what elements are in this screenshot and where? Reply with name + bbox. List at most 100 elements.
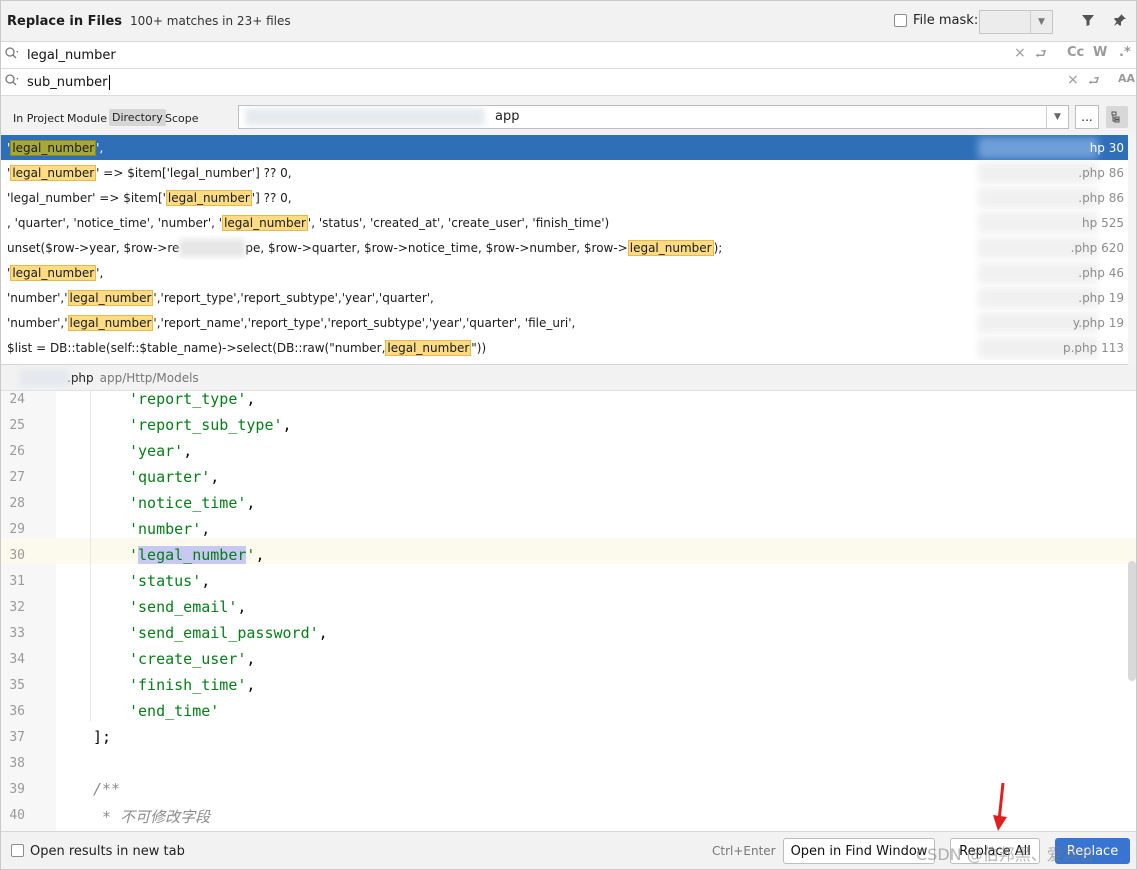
line-number: 34 <box>9 652 25 667</box>
match-highlight: legal_number <box>67 314 154 331</box>
result-row[interactable]: $list = DB::table(self::$table_name)->se… <box>1 335 1128 360</box>
line-number: 38 <box>9 756 25 771</box>
match-highlight: legal_number <box>385 339 472 356</box>
result-text: pe, $row->quarter, $row->notice_time, $r… <box>245 240 628 255</box>
code-line: 'end_time' <box>129 702 220 720</box>
result-file: .php 620 <box>1070 240 1124 255</box>
result-suffix: ', <box>96 265 104 280</box>
result-row[interactable]: 'number',' legal_number ','report_name','r… <box>1 310 1128 335</box>
file-mask-combo[interactable]: ▼ <box>979 10 1053 34</box>
preview-file-path: app/Http/Models <box>99 370 199 385</box>
replace-value: sub_number <box>27 74 108 90</box>
line-number: 26 <box>9 444 25 459</box>
match-highlight: legal_number <box>222 214 308 231</box>
result-suffix: ); <box>713 240 723 255</box>
tab-module[interactable]: Module <box>67 112 107 125</box>
file-mask-checkbox[interactable] <box>894 14 907 27</box>
line-number: 33 <box>9 626 25 641</box>
match-highlight: legal_number <box>627 239 714 256</box>
group-by-directory-icon[interactable] <box>1106 106 1128 128</box>
result-row[interactable]: 'legal_number' => $item['legal_number'] … <box>1 185 1128 210</box>
text-caret <box>108 74 110 90</box>
result-row[interactable]: unset($row->year, $row->re pe, $row->quar… <box>1 235 1128 260</box>
result-file: .php 86 <box>1078 190 1124 205</box>
chevron-down-icon[interactable]: ▼ <box>1046 106 1068 128</box>
find-field[interactable]: legal_number × ⮐ Cc W .* <box>1 42 1136 69</box>
line-number: 36 <box>9 704 25 719</box>
result-row[interactable]: ' legal_number ', hp 30 <box>1 135 1128 160</box>
newline-icon[interactable]: ⮐ <box>1035 45 1047 67</box>
tab-in-project[interactable]: In Project <box>13 112 64 125</box>
line-number: 24 <box>9 392 25 407</box>
code-preview[interactable]: 24 'report_type', 25 'report_sub_type', 26 'y… <box>1 391 1136 831</box>
code-line: 'number', <box>129 520 211 538</box>
clear-icon[interactable]: × <box>1014 45 1026 61</box>
code-line: 'quarter', <box>129 468 220 486</box>
filter-icon[interactable] <box>1081 13 1095 31</box>
line-number: 32 <box>9 600 25 615</box>
directory-value: app <box>495 109 520 124</box>
browse-button[interactable]: ... <box>1075 105 1099 129</box>
result-file: hp 30 <box>1089 140 1124 155</box>
regex-toggle[interactable]: .* <box>1119 45 1131 60</box>
result-suffix: ' => $item['legal_number'] ?? 0, <box>96 165 292 180</box>
line-number: 39 <box>9 782 25 797</box>
result-row[interactable]: 'legal_number' => $item['legal_number'] … <box>1 160 1128 185</box>
match-highlight: legal_number <box>138 546 247 564</box>
open-new-tab-checkbox[interactable] <box>11 844 24 857</box>
replace-input[interactable]: sub_number <box>27 74 110 90</box>
result-prefix: 'legal_number' => $item[' <box>7 190 166 205</box>
redacted-filename <box>19 369 69 387</box>
line-number: 35 <box>9 678 25 693</box>
tab-scope[interactable]: Scope <box>165 112 199 125</box>
result-row[interactable]: ' legal_number ', .php 46 <box>1 260 1128 285</box>
result-suffix: '] ?? 0, <box>251 190 292 205</box>
code-line: 'year', <box>129 442 193 460</box>
open-in-find-window-button[interactable]: Open in Find Window <box>783 838 935 864</box>
editor-scrollbar[interactable] <box>1128 561 1136 681</box>
result-prefix: unset($row->year, $row->re <box>7 240 180 255</box>
tab-directory[interactable]: Directory <box>109 109 166 126</box>
line-number: 37 <box>9 730 25 745</box>
match-highlight: legal_number <box>10 264 97 281</box>
open-new-tab-label: Open results in new tab <box>30 844 185 859</box>
clear-icon[interactable]: × <box>1067 72 1079 88</box>
search-icon[interactable] <box>1 74 23 90</box>
search-icon[interactable] <box>1 47 23 63</box>
file-mask-toggle[interactable]: File mask: <box>894 13 978 28</box>
results-list: ' legal_number ', hp 30 ' legal_number ' => $i… <box>1 135 1136 365</box>
result-row[interactable]: , 'quarter', 'notice_time', 'number', ' l… <box>1 210 1128 235</box>
newline-icon[interactable]: ⮐ <box>1088 72 1100 94</box>
file-mask-label: File mask: <box>913 13 979 28</box>
chevron-down-icon[interactable]: ▼ <box>1030 11 1052 33</box>
find-input[interactable]: legal_number <box>27 48 116 63</box>
result-suffix: ")) <box>471 340 487 355</box>
line-number: 28 <box>9 496 25 511</box>
match-highlight: legal_number <box>67 289 154 306</box>
code-line: 'send_email', <box>129 598 247 616</box>
result-row[interactable]: 'number',' legal_number ','report_type','r… <box>1 285 1128 310</box>
line-number: 29 <box>9 522 25 537</box>
result-file: y.php 19 <box>1072 315 1124 330</box>
redacted-filename <box>978 211 1098 234</box>
match-highlight: legal_number <box>165 189 252 206</box>
match-case-toggle[interactable]: Cc <box>1067 45 1084 60</box>
result-suffix: ','report_type','report_subtype','year',… <box>153 290 434 305</box>
result-prefix: 'number',' <box>7 315 68 330</box>
indent-guide <box>90 391 91 721</box>
directory-combo[interactable]: app ▼ <box>238 105 1069 129</box>
results-scrollbar[interactable] <box>1128 135 1136 365</box>
code-line: /** <box>93 780 121 798</box>
replace-field[interactable]: sub_number × ⮐ AA <box>1 69 1136 96</box>
result-suffix: ', <box>96 140 104 155</box>
preserve-case-toggle[interactable]: AA <box>1118 72 1135 85</box>
code-line: 'create_user', <box>129 650 256 668</box>
code-line: * 不可修改字段 <box>93 808 211 826</box>
result-prefix: , 'quarter', 'notice_time', 'number', ' <box>7 215 223 230</box>
code-line: 'report_sub_type', <box>129 416 292 434</box>
pin-icon[interactable] <box>1113 13 1127 31</box>
whole-words-toggle[interactable]: W <box>1093 45 1107 60</box>
match-highlight: legal_number <box>10 164 97 181</box>
result-file: p.php 113 <box>1063 340 1124 355</box>
code-line: ]; <box>93 728 112 746</box>
